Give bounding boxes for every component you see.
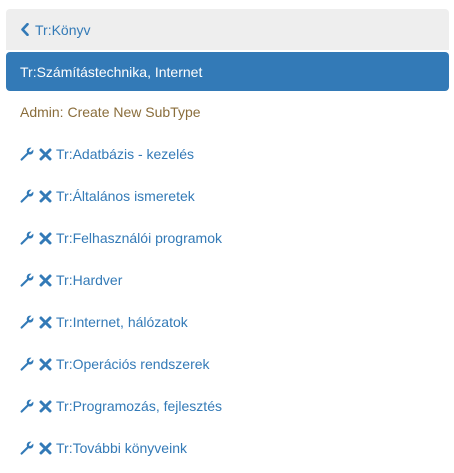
subtype-item: Tr:Programozás, fejlesztés	[6, 385, 449, 427]
subtype-link[interactable]: Tr:Általános ismeretek	[56, 188, 195, 204]
subtype-link[interactable]: Tr:Adatbázis - kezelés	[56, 146, 194, 162]
wrench-icon[interactable]	[20, 273, 34, 287]
back-link-label: Tr:Könyv	[35, 21, 91, 38]
wrench-icon[interactable]	[20, 231, 34, 245]
back-link[interactable]: Tr:Könyv	[6, 9, 449, 50]
subtype-link[interactable]: Tr:Programozás, fejlesztés	[56, 398, 222, 414]
subtype-link[interactable]: Tr:Internet, hálózatok	[56, 314, 188, 330]
subtype-item: Tr:Általános ismeretek	[6, 175, 449, 217]
wrench-icon[interactable]	[20, 147, 34, 161]
wrench-icon[interactable]	[20, 399, 34, 413]
wrench-icon[interactable]	[20, 441, 34, 455]
subtype-item: Tr:Hardver	[6, 259, 449, 301]
subtype-nav: Tr:Könyv Tr:Számítástechnika, Internet A…	[6, 9, 449, 469]
subtype-link[interactable]: Tr:Hardver	[56, 272, 122, 288]
chevron-left-icon	[20, 23, 30, 36]
close-icon[interactable]	[39, 358, 52, 371]
subtype-item: Tr:Internet, hálózatok	[6, 301, 449, 343]
close-icon[interactable]	[39, 190, 52, 203]
create-subtype-label: Admin: Create New SubType	[20, 104, 201, 120]
subtype-item: Tr:Adatbázis - kezelés	[6, 133, 449, 175]
wrench-icon[interactable]	[20, 189, 34, 203]
wrench-icon[interactable]	[20, 357, 34, 371]
subtype-link[interactable]: Tr:Operációs rendszerek	[56, 356, 210, 372]
close-icon[interactable]	[39, 232, 52, 245]
close-icon[interactable]	[39, 442, 52, 455]
subtype-item: Tr:További könyveink	[6, 427, 449, 469]
wrench-icon[interactable]	[20, 315, 34, 329]
close-icon[interactable]	[39, 316, 52, 329]
subtype-link[interactable]: Tr:További könyveink	[56, 440, 187, 456]
subtype-item: Tr:Operációs rendszerek	[6, 343, 449, 385]
active-category-label: Tr:Számítástechnika, Internet	[20, 63, 203, 80]
subtype-list: Tr:Adatbázis - kezelés Tr:Általános isme…	[6, 133, 449, 469]
active-category[interactable]: Tr:Számítástechnika, Internet	[6, 52, 449, 91]
close-icon[interactable]	[39, 274, 52, 287]
close-icon[interactable]	[39, 400, 52, 413]
create-subtype-link[interactable]: Admin: Create New SubType	[6, 91, 449, 133]
subtype-link[interactable]: Tr:Felhasználói programok	[56, 230, 222, 246]
subtype-item: Tr:Felhasználói programok	[6, 217, 449, 259]
close-icon[interactable]	[39, 148, 52, 161]
